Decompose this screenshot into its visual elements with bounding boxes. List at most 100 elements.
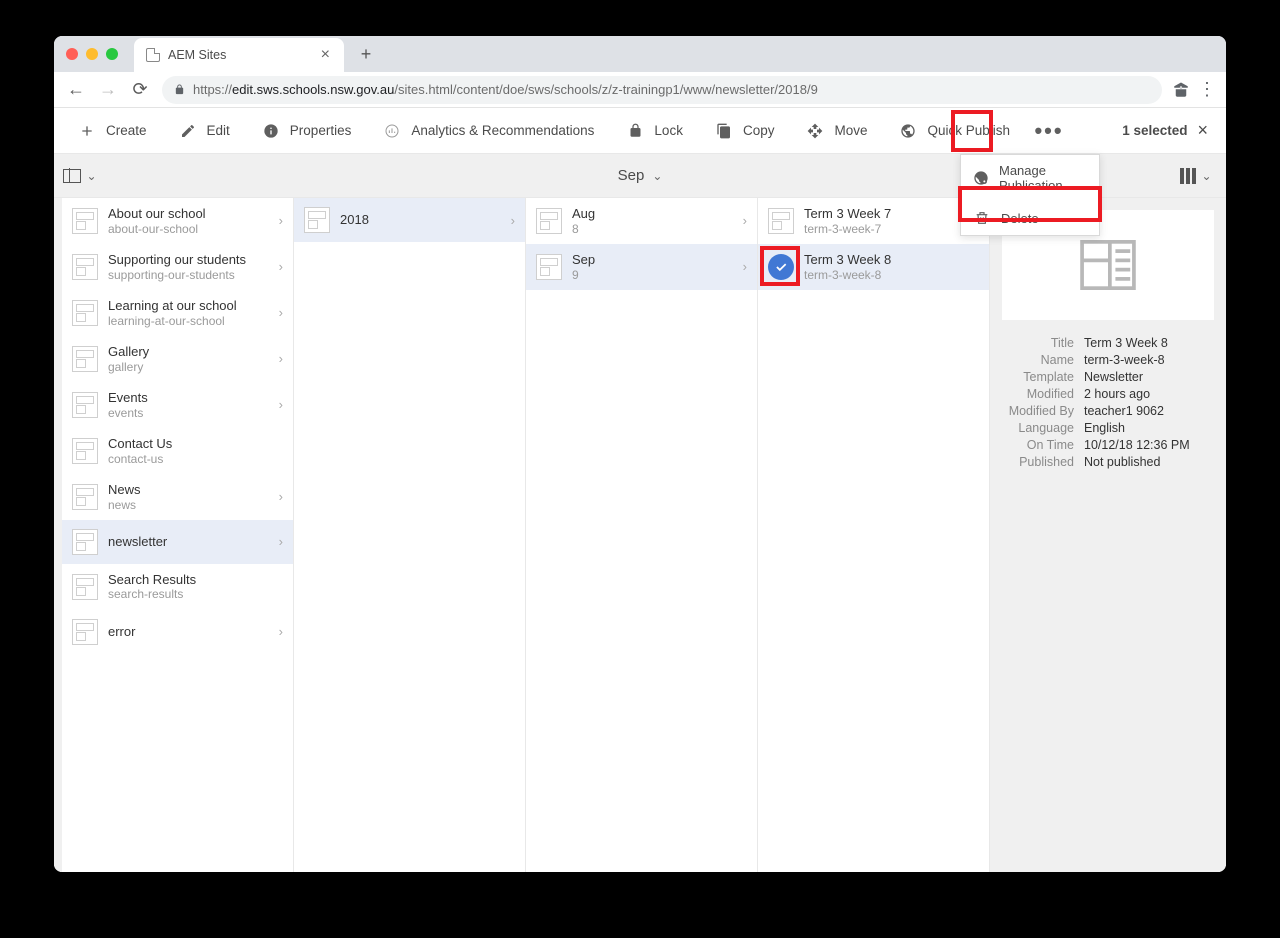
lock-button[interactable]: Lock — [610, 108, 699, 153]
lock-icon — [174, 84, 185, 95]
url-field[interactable]: https://edit.sws.schools.nsw.gov.au/site… — [162, 76, 1162, 104]
column-item[interactable]: error› — [62, 610, 293, 654]
chevron-right-icon: › — [277, 213, 285, 228]
create-button[interactable]: Create — [62, 108, 163, 153]
rail-toggle-button[interactable]: ⌄ — [58, 154, 102, 198]
view-switcher-button[interactable]: ⌄ — [1170, 154, 1222, 198]
chevron-down-icon: ⌄ — [1201, 169, 1211, 183]
new-tab-button[interactable]: + — [352, 40, 380, 68]
rail-icon — [63, 169, 81, 183]
chevron-right-icon: › — [277, 397, 285, 412]
column-3: Aug8›Sep9› — [526, 198, 758, 872]
item-subtitle: term-3-week-7 — [804, 222, 981, 236]
ellipsis-icon: ••• — [1040, 122, 1058, 140]
chevron-right-icon: › — [277, 534, 285, 549]
column-item[interactable]: Term 3 Week 8term-3-week-8 — [758, 244, 989, 290]
page-thumb-icon — [72, 208, 98, 234]
titlebar: AEM Sites × + — [54, 36, 1226, 72]
item-subtitle: 9 — [572, 268, 731, 282]
column-item[interactable]: Newsnews› — [62, 474, 293, 520]
chevron-right-icon: › — [277, 259, 285, 274]
copy-icon — [715, 122, 733, 140]
reload-button[interactable]: ⟳ — [126, 76, 154, 104]
chevron-right-icon: › — [277, 624, 285, 639]
chevron-right-icon: › — [741, 259, 749, 274]
page-thumb-icon — [536, 208, 562, 234]
analytics-icon — [383, 122, 401, 140]
column-gutter — [54, 198, 62, 872]
manage-publication-item[interactable]: Manage Publication — [961, 155, 1099, 201]
page-thumb-icon — [72, 346, 98, 372]
column-2: 2018 › — [294, 198, 526, 872]
item-title: Supporting our students — [108, 252, 267, 268]
item-title: newsletter — [108, 534, 267, 550]
page-thumb-icon — [304, 207, 330, 233]
back-button[interactable]: ← — [62, 76, 90, 104]
column-view-icon — [1180, 168, 1196, 184]
pencil-icon — [179, 122, 197, 140]
column-item[interactable]: 2018 › — [294, 198, 525, 242]
properties-list: TitleTerm 3 Week 8 Nameterm-3-week-8 Tem… — [1002, 336, 1214, 469]
item-title: Events — [108, 390, 267, 406]
tab-close-icon[interactable]: × — [321, 46, 330, 64]
item-subtitle: gallery — [108, 360, 267, 374]
item-title: Term 3 Week 8 — [804, 252, 981, 268]
minimize-window[interactable] — [86, 48, 98, 60]
copy-button[interactable]: Copy — [699, 108, 791, 153]
column-1: About our schoolabout-our-school›Support… — [62, 198, 294, 872]
column-item[interactable]: Learning at our schoollearning-at-our-sc… — [62, 290, 293, 336]
clear-selection-button[interactable]: × — [1197, 120, 1208, 141]
column-item[interactable]: Gallerygallery › — [62, 336, 293, 382]
item-title: Gallery — [108, 344, 267, 360]
move-button[interactable]: Move — [790, 108, 883, 153]
properties-button[interactable]: Properties — [246, 108, 368, 153]
column-item[interactable]: newsletter › — [62, 520, 293, 564]
action-toolbar: Create Edit Properties Analytics & Recom… — [54, 108, 1226, 154]
breadcrumb-title[interactable]: Sep⌄ — [618, 167, 663, 184]
page-thumb-icon — [72, 254, 98, 280]
column-item[interactable]: Supporting our studentssupporting-our-st… — [62, 244, 293, 290]
delete-item[interactable]: Delete — [961, 201, 1099, 235]
chevron-right-icon: › — [277, 305, 285, 320]
close-window[interactable] — [66, 48, 78, 60]
zoom-window[interactable] — [106, 48, 118, 60]
column-item[interactable]: Aug8 › — [526, 198, 757, 244]
item-subtitle: news — [108, 498, 267, 512]
analytics-button[interactable]: Analytics & Recommendations — [367, 108, 610, 153]
column-item[interactable]: About our schoolabout-our-school› — [62, 198, 293, 244]
browser-menu-icon[interactable]: ⋮ — [1196, 79, 1218, 101]
chevron-down-icon: ⌄ — [652, 169, 662, 183]
forward-button: → — [94, 76, 122, 104]
browser-tab[interactable]: AEM Sites × — [134, 38, 344, 72]
globe-icon — [899, 122, 917, 140]
item-subtitle: 8 — [572, 222, 731, 236]
chevron-right-icon: › — [741, 213, 749, 228]
quick-publish-button[interactable]: Quick Publish — [883, 108, 1026, 153]
browser-window: AEM Sites × + ← → ⟳ https://edit.sws.sch… — [54, 36, 1226, 872]
item-title: Term 3 Week 7 — [804, 206, 981, 222]
column-item[interactable]: Sep9› — [526, 244, 757, 290]
chevron-right-icon: › — [277, 351, 285, 366]
column-item[interactable]: Eventsevents › — [62, 382, 293, 428]
column-item[interactable]: Contact Uscontact-us — [62, 428, 293, 474]
item-title: Aug — [572, 206, 731, 222]
chevron-right-icon: › — [509, 213, 517, 228]
item-title: Contact Us — [108, 436, 285, 452]
column-item[interactable]: Term 3 Week 7term-3-week-7 — [758, 198, 989, 244]
chevron-right-icon: › — [277, 489, 285, 504]
edit-button[interactable]: Edit — [163, 108, 246, 153]
page-thumb-icon — [72, 392, 98, 418]
item-subtitle: about-our-school — [108, 222, 267, 236]
item-subtitle: events — [108, 406, 267, 420]
account-icon[interactable] — [1170, 79, 1192, 101]
more-actions-button[interactable]: ••• — [1026, 108, 1072, 153]
selected-check-icon[interactable] — [768, 254, 794, 280]
trash-icon — [973, 209, 991, 227]
item-subtitle: supporting-our-students — [108, 268, 267, 282]
column-item[interactable]: Search Resultssearch-results — [62, 564, 293, 610]
item-title: 2018 — [340, 212, 499, 228]
item-title: Learning at our school — [108, 298, 267, 314]
page-thumb-icon — [536, 254, 562, 280]
info-icon — [262, 122, 280, 140]
lock-icon — [626, 122, 644, 140]
